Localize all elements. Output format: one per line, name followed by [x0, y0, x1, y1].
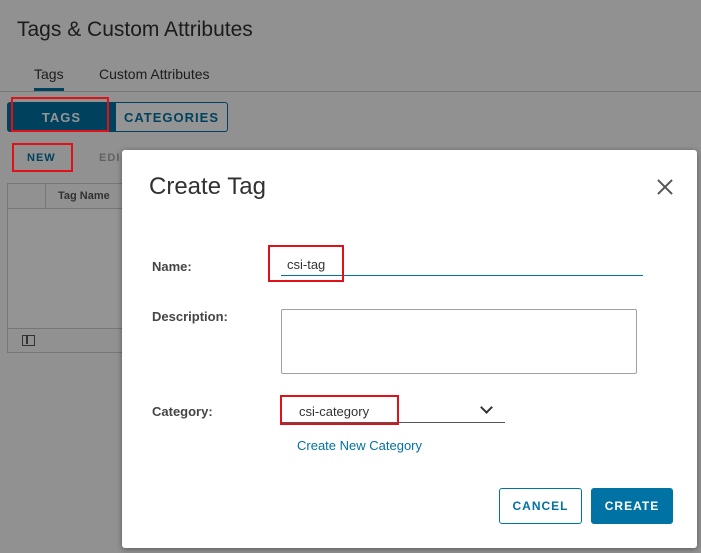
chevron-down-icon: [480, 401, 493, 414]
cancel-button[interactable]: CANCEL: [499, 488, 582, 524]
name-label: Name:: [152, 259, 192, 274]
create-tag-dialog: Create Tag Name: Description: Category: …: [122, 150, 697, 548]
create-button[interactable]: CREATE: [591, 488, 673, 524]
close-icon[interactable]: [656, 178, 674, 196]
dialog-title: Create Tag: [149, 173, 266, 200]
category-label: Category:: [152, 404, 213, 419]
category-selected-value: csi-category: [299, 404, 370, 419]
category-select[interactable]: csi-category: [281, 401, 505, 423]
tag-name-input[interactable]: [281, 254, 643, 276]
description-textarea[interactable]: [281, 309, 637, 374]
create-new-category-link[interactable]: Create New Category: [297, 438, 422, 453]
description-label: Description:: [152, 309, 228, 324]
